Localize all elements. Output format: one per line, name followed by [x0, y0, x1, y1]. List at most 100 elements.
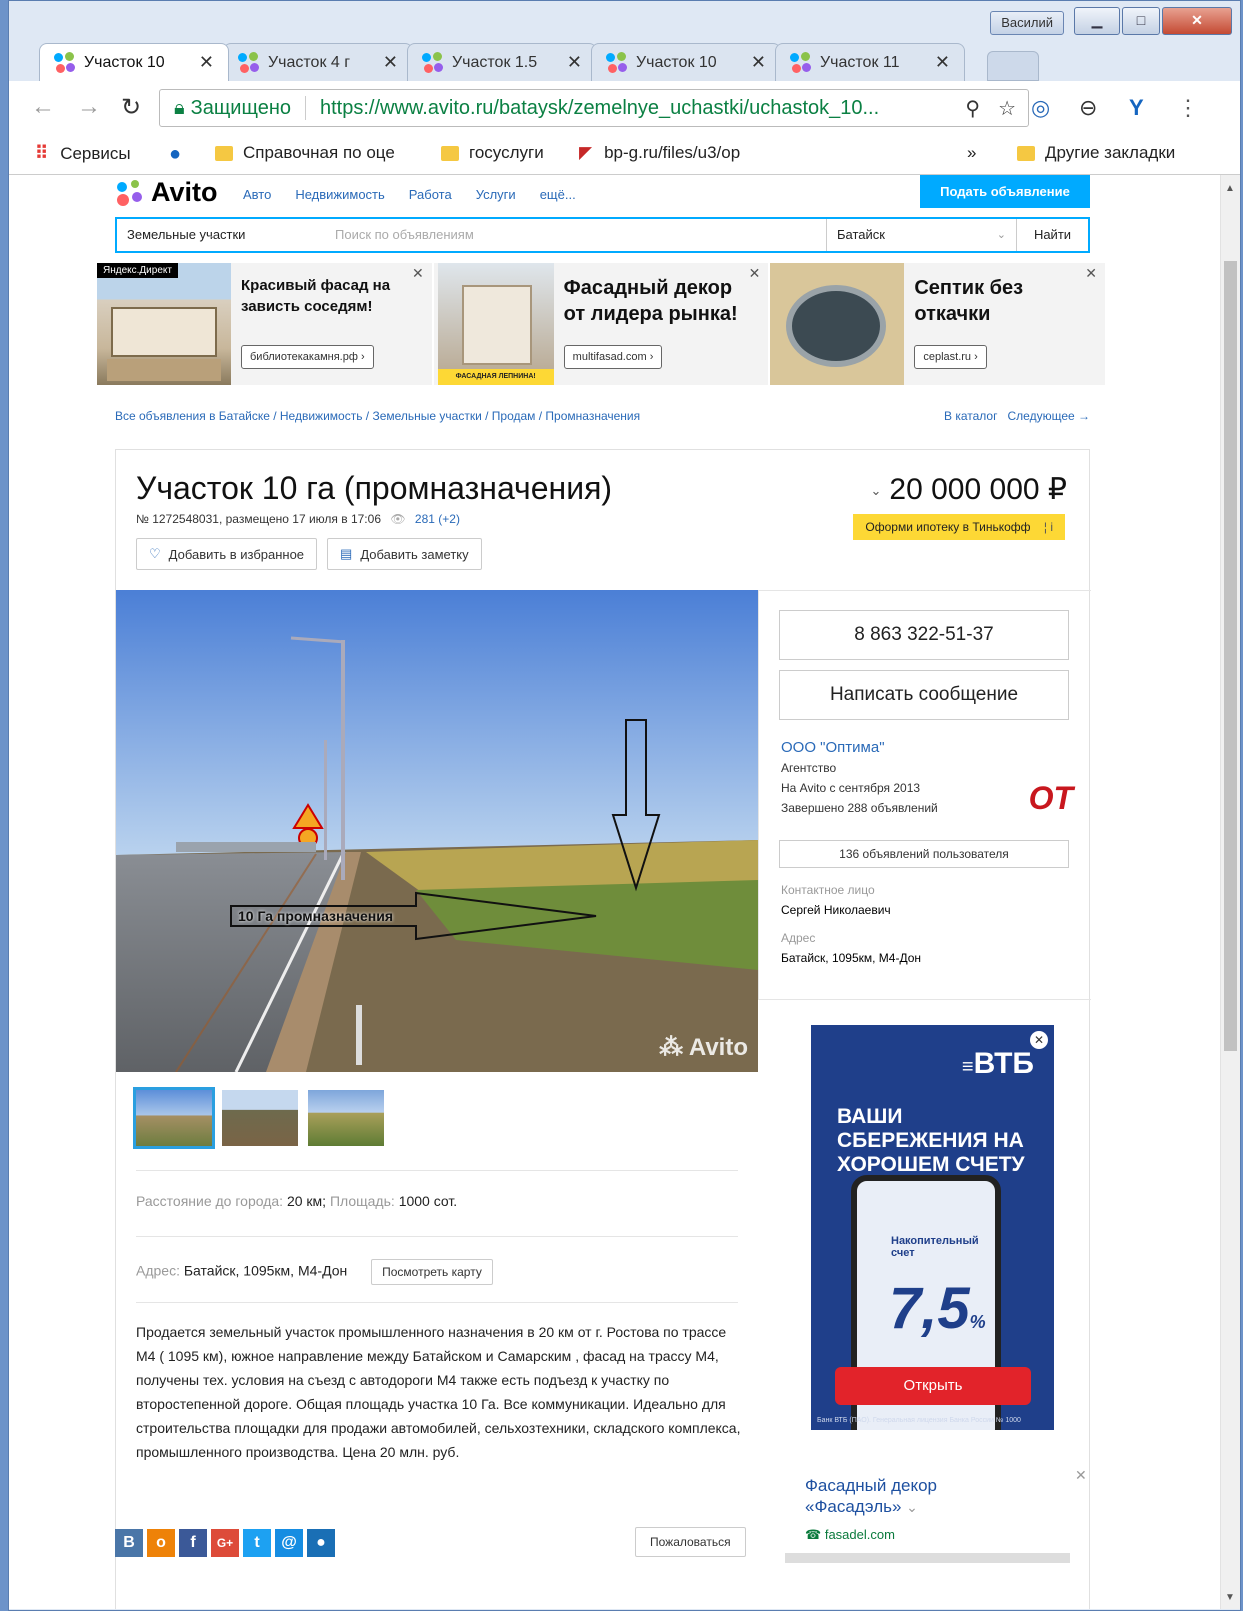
extension-icon[interactable]: ◎ [1031, 95, 1050, 121]
scrollbar[interactable]: ▲ ▼ [1220, 175, 1240, 1609]
other-bookmarks[interactable]: Другие закладки [1017, 143, 1175, 163]
bookmark-item[interactable]: госуслуги [441, 143, 544, 163]
avito-logo[interactable]: Avito [115, 177, 218, 208]
maximize-button[interactable]: □ [1122, 7, 1160, 35]
info-icon: ¦ i [1043, 520, 1053, 534]
views-count[interactable]: 281 (+2) [415, 512, 460, 526]
next-link[interactable]: Следующее → [1008, 409, 1091, 423]
ad-facade-decor[interactable]: ФАСАДНАЯ ЛЕПНИНА! Фасадный декор от лиде… [433, 263, 769, 385]
tab-close-icon[interactable]: ✕ [199, 52, 214, 73]
close-icon[interactable]: ✕ [1075, 1467, 1087, 1484]
page-favicon-icon: ◤ [579, 143, 593, 162]
google-plus-share-icon[interactable]: G+ [211, 1529, 239, 1557]
tab-1[interactable]: Участок 10 ✕ [39, 43, 229, 81]
twitter-share-icon[interactable]: t [243, 1529, 271, 1557]
nav-services[interactable]: Услуги [476, 187, 516, 202]
address-bar[interactable]: 🔒︎ Защищено https://www.avito.ru/bataysk… [159, 89, 1029, 127]
tab-3[interactable]: Участок 1.5 ✕ [407, 43, 597, 81]
ad-link-button[interactable]: multifasad.com › [563, 345, 663, 369]
tab-close-icon[interactable]: ✕ [751, 52, 766, 73]
tab-5[interactable]: Участок 11 ✕ [775, 43, 965, 81]
livejournal-share-icon[interactable]: ● [307, 1529, 335, 1557]
bookmark-item[interactable]: Справочная по оце [215, 143, 395, 163]
fasadel-ad-headline[interactable]: Фасадный декор «Фасадэль» ⌄ [805, 1475, 1035, 1518]
new-tab-button[interactable] [987, 51, 1039, 81]
nav-more[interactable]: ещё... [540, 187, 576, 202]
minimize-button[interactable]: ▁ [1074, 7, 1120, 35]
apps-bookmark[interactable]: ⠿ Сервисы [35, 143, 131, 164]
close-icon[interactable]: ✕ [749, 265, 761, 282]
vtb-open-button[interactable]: Открыть [835, 1367, 1031, 1405]
zoom-icon[interactable]: ⚲ [965, 96, 980, 121]
ad-facade[interactable]: Яндекс.Директ Красивый фасад на зависть … [97, 263, 432, 385]
vtb-ad[interactable]: ✕ ≡ВТБ ВАШИ СБЕРЕЖЕНИЯ НА ХОРОШЕМ СЧЕТУ … [811, 1025, 1054, 1430]
catalog-link[interactable]: В каталог [944, 409, 997, 423]
title-bar: Василий ▁ □ ✕ [9, 1, 1240, 37]
fasadel-ad-url[interactable]: ☎︎ fasadel.com [805, 1527, 895, 1543]
ad-link-button[interactable]: ceplast.ru › [914, 345, 987, 369]
ad-link-button[interactable]: библиотекакамня.рф › [241, 345, 374, 369]
thumbnail-2[interactable] [222, 1090, 298, 1146]
seller-panel: 8 863 322-51-37 Написать сообщение ООО "… [758, 590, 1091, 1000]
forward-icon[interactable]: → [77, 93, 101, 121]
catalog-nav: В каталог Следующее → [944, 409, 1090, 423]
building-image: ФАСАДНАЯ ЛЕПНИНА! [437, 263, 554, 385]
search-button[interactable]: Найти [1016, 219, 1088, 251]
main-photo[interactable]: 10 Га промназначения ⁂ Avito [116, 590, 758, 1072]
sync-extension-icon[interactable]: ⊖ [1079, 95, 1097, 121]
view-map-button[interactable]: Посмотреть карту [371, 1259, 493, 1285]
user-ads-button[interactable]: 136 объявлений пользователя [779, 840, 1069, 868]
bookmark-star-icon[interactable]: ☆ [998, 96, 1016, 121]
add-note-button[interactable]: ▤ Добавить заметку [327, 538, 482, 570]
phone-button[interactable]: 8 863 322-51-37 [779, 610, 1069, 660]
close-window-button[interactable]: ✕ [1162, 7, 1232, 35]
more-bookmarks-button[interactable]: » [967, 143, 976, 163]
write-message-button[interactable]: Написать сообщение [779, 670, 1069, 720]
url-text[interactable]: https://www.avito.ru/bataysk/zemelnye_uc… [320, 97, 879, 120]
profile-button[interactable]: Василий [990, 11, 1064, 35]
scroll-thumb[interactable] [1224, 261, 1237, 1051]
thumbnail-3[interactable] [308, 1090, 384, 1146]
nav-realty[interactable]: Недвижимость [295, 187, 384, 202]
ad-septic[interactable]: Септик без откачки ceplast.ru › ✕ [770, 263, 1106, 385]
back-icon[interactable]: ← [31, 93, 55, 121]
post-ad-button[interactable]: Подать объявление [920, 175, 1090, 208]
mortgage-button[interactable]: Оформи ипотеку в Тинькофф ¦ i [853, 514, 1065, 540]
price[interactable]: ⌄ 20 000 000 ₽ [871, 472, 1067, 507]
facebook-share-icon[interactable]: f [179, 1529, 207, 1557]
tab-close-icon[interactable]: ✕ [567, 52, 582, 73]
seller-name[interactable]: ООО "Оптима" [781, 738, 938, 758]
breadcrumb[interactable]: Все объявления в Батайске / Недвижимость… [115, 409, 640, 423]
tab-4[interactable]: Участок 10 ✕ [591, 43, 781, 81]
tab-2[interactable]: Участок 4 г ✕ [223, 43, 413, 81]
nav-auto[interactable]: Авто [243, 187, 271, 202]
category-select[interactable]: Земельные участки ⌄ [117, 219, 327, 251]
tab-title: Участок 4 г [268, 53, 351, 71]
chevron-down-icon: ⌄ [906, 1499, 918, 1515]
yandex-extension-icon[interactable]: Y [1129, 95, 1144, 121]
nav-jobs[interactable]: Работа [409, 187, 452, 202]
thumbnail-1[interactable] [133, 1087, 215, 1149]
city-select[interactable]: Батайск ⌄ [826, 219, 1016, 251]
reload-icon[interactable]: ↻ [121, 93, 141, 122]
avito-favicon-icon [790, 51, 812, 74]
area-value: 1000 сот. [398, 1193, 458, 1209]
tab-close-icon[interactable]: ✕ [935, 52, 950, 73]
ok-share-icon[interactable]: о [147, 1529, 175, 1557]
complain-button[interactable]: Пожаловаться [635, 1527, 746, 1557]
vtb-fine-print: Банк ВТБ (ПАО). Генеральная лицензия Бан… [817, 1417, 1021, 1424]
folder-icon [1017, 145, 1035, 161]
close-icon[interactable]: ✕ [412, 265, 424, 282]
vk-share-icon[interactable]: В [115, 1529, 143, 1557]
search-input[interactable]: Поиск по объявлениям [327, 219, 826, 251]
scroll-down-icon[interactable]: ▼ [1225, 1592, 1235, 1603]
globe-bookmark[interactable]: ● [169, 143, 181, 166]
tab-close-icon[interactable]: ✕ [383, 52, 398, 73]
mail-share-icon[interactable]: @ [275, 1529, 303, 1557]
add-favorite-button[interactable]: ♡ Добавить в избранное [136, 538, 318, 570]
vtb-account: Накопительный счет [891, 1235, 979, 1259]
close-icon[interactable]: ✕ [1085, 265, 1097, 282]
menu-icon[interactable]: ⋮ [1177, 95, 1199, 121]
scroll-up-icon[interactable]: ▲ [1225, 183, 1235, 194]
bookmark-item[interactable]: ◤ bp-g.ru/files/u3/op [579, 143, 740, 163]
